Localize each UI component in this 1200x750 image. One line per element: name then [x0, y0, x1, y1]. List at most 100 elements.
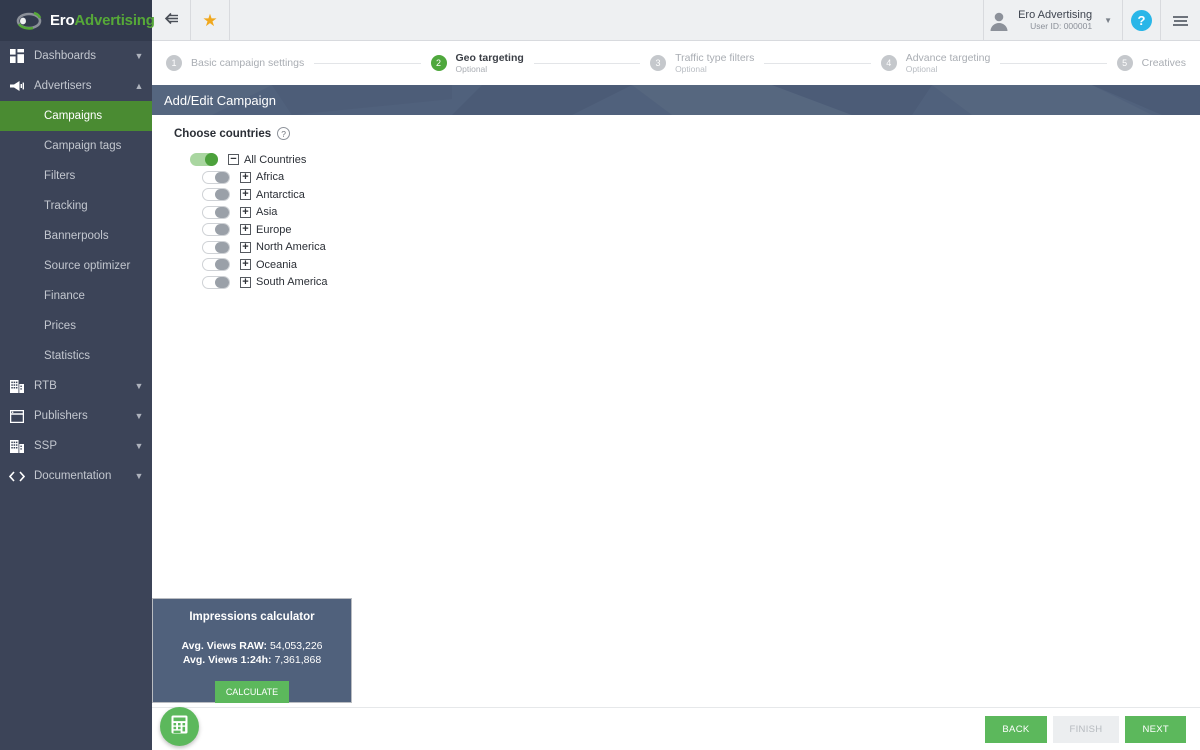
sidebar-item-ssp[interactable]: SSP ▼	[0, 431, 152, 461]
step-text: Traffic type filters Optional	[675, 52, 754, 75]
chevron-down-icon: ▼	[134, 411, 144, 421]
sidebar-item-prices[interactable]: Prices	[0, 311, 152, 341]
sidebar: Dashboards ▼ Advertisers ▲ Campaigns Campaign…	[0, 41, 152, 750]
country-toggle[interactable]	[202, 205, 230, 219]
calculate-button[interactable]: CALCULATE	[214, 681, 290, 704]
country-name: Europe	[256, 223, 292, 236]
sidebar-item-tracking[interactable]: Tracking	[0, 191, 152, 221]
step-text: Advance targeting Optional	[906, 52, 991, 75]
account-menu[interactable]: Ero Advertising User ID: 000001 ▼	[983, 0, 1122, 41]
polygon-texture	[152, 85, 1200, 115]
country-name: Antarctica	[256, 188, 305, 201]
country-tree-row: − All Countries	[190, 151, 1200, 169]
wizard-step-1[interactable]: 1 Basic campaign settings	[166, 55, 304, 71]
chevron-down-icon: ▼	[1104, 16, 1112, 25]
calculator-title: Impressions calculator	[189, 611, 315, 623]
country-tree-row: + Asia	[190, 204, 1200, 222]
step-connector	[314, 62, 421, 64]
sidebar-item-dashboards[interactable]: Dashboards ▼	[0, 41, 152, 71]
sidebar-item-filters[interactable]: Filters	[0, 161, 152, 191]
country-toggle[interactable]	[202, 275, 230, 289]
sidebar-item-label: Tracking	[44, 200, 88, 212]
country-name: All Countries	[244, 153, 307, 166]
step-number: 4	[880, 55, 897, 71]
sidebar-item-statistics[interactable]: Statistics	[0, 341, 152, 371]
sidebar-item-finance[interactable]: Finance	[0, 281, 152, 311]
tree-expander-icon[interactable]: +	[240, 171, 251, 183]
tree-expander-icon[interactable]: +	[240, 259, 251, 271]
step-number: 1	[166, 55, 182, 71]
step-text: Basic campaign settings	[191, 57, 304, 70]
wizard-step-2[interactable]: 2 Geo targeting Optional	[430, 52, 524, 75]
sidebar-item-rtb[interactable]: RTB ▼	[0, 371, 152, 401]
country-toggle[interactable]	[202, 258, 230, 272]
wizard-step-3[interactable]: 3 Traffic type filters Optional	[650, 52, 754, 75]
country-toggle[interactable]	[202, 188, 230, 202]
window-icon	[0, 409, 34, 423]
sidebar-item-label: Prices	[44, 320, 76, 332]
chevron-down-icon: ▼	[134, 471, 144, 481]
country-toggle[interactable]	[202, 170, 230, 184]
next-button[interactable]: NEXT	[1125, 715, 1186, 743]
step-connector	[764, 62, 871, 64]
step-connector	[533, 62, 641, 64]
wizard-step-4[interactable]: 4 Advance targeting Optional	[880, 52, 991, 75]
sidebar-item-bannerpools[interactable]: Bannerpools	[0, 221, 152, 251]
favorites-button[interactable]: ★	[191, 0, 230, 41]
step-text: Creatives	[1142, 57, 1186, 70]
avg-views-raw-label: Avg. Views RAW:	[181, 640, 268, 652]
brand-logo[interactable]: EroAdvertising	[0, 0, 155, 41]
country-toggle[interactable]	[202, 240, 230, 254]
sidebar-item-label: Source optimizer	[44, 260, 131, 272]
country-tree-row: + Oceania	[190, 256, 1200, 274]
country-toggle[interactable]	[202, 223, 230, 237]
chevron-down-icon: ▼	[134, 441, 144, 451]
calculator-icon	[171, 715, 188, 739]
step-title: Basic campaign settings	[191, 56, 305, 69]
country-name: Africa	[256, 171, 285, 184]
wizard-step-5[interactable]: 5 Creatives	[1116, 55, 1186, 71]
step-number: 2	[430, 55, 447, 71]
back-button[interactable]: BACK	[985, 715, 1047, 743]
country-tree-row: + Antarctica	[190, 186, 1200, 204]
brand-name: EroAdvertising	[50, 12, 155, 29]
finish-button[interactable]: FINISH	[1052, 715, 1120, 743]
eye-swoosh-logo-icon	[14, 10, 44, 32]
tree-expander-icon[interactable]: −	[228, 154, 239, 166]
sidebar-item-publishers[interactable]: Publishers ▼	[0, 401, 152, 431]
sidebar-item-label: Statistics	[44, 350, 91, 362]
help-button[interactable]: ?	[1122, 0, 1160, 41]
country-name: Oceania	[256, 258, 297, 271]
tree-expander-icon[interactable]: +	[240, 206, 251, 218]
tree-expander-icon[interactable]: +	[240, 224, 251, 236]
wizard-steps: 1 Basic campaign settings 2 Geo targeting Op…	[152, 41, 1200, 85]
step-subtitle: Optional	[455, 64, 488, 75]
sidebar-item-label: SSP	[34, 440, 58, 452]
code-brackets-icon	[0, 470, 34, 482]
country-toggle[interactable]	[190, 153, 218, 167]
chevron-down-icon: ▼	[134, 51, 144, 61]
step-number: 3	[650, 55, 667, 71]
sidebar-item-label: Documentation	[34, 470, 112, 482]
tree-expander-icon[interactable]: +	[240, 241, 251, 253]
sidebar-item-campaign-tags[interactable]: Campaign tags	[0, 131, 152, 161]
tree-expander-icon[interactable]: +	[240, 189, 251, 201]
tree-expander-icon[interactable]: +	[240, 276, 251, 288]
sidebar-item-label: Filters	[44, 170, 76, 182]
sidebar-item-advertisers[interactable]: Advertisers ▲	[0, 71, 152, 101]
sidebar-item-documentation[interactable]: Documentation ▼	[0, 461, 152, 491]
step-connector	[1000, 62, 1107, 64]
sidebar-item-label: RTB	[34, 380, 57, 392]
question-mark-icon[interactable]: ?	[277, 127, 291, 140]
collapse-sidebar-button[interactable]	[152, 0, 191, 41]
help-icon: ?	[1131, 10, 1152, 31]
sidebar-item-campaigns[interactable]: Campaigns	[0, 101, 152, 131]
sidebar-item-label: Finance	[44, 290, 85, 302]
account-user-id: User ID: 000001	[1030, 20, 1093, 31]
sidebar-item-source-optimizer[interactable]: Source optimizer	[0, 251, 152, 281]
country-tree-row: + Europe	[190, 221, 1200, 239]
calculator-fab-button[interactable]	[160, 707, 199, 746]
main-menu-button[interactable]	[1160, 0, 1200, 41]
page-header-bar: Add/Edit Campaign	[152, 85, 1200, 115]
step-text: Geo targeting Optional	[456, 52, 524, 75]
